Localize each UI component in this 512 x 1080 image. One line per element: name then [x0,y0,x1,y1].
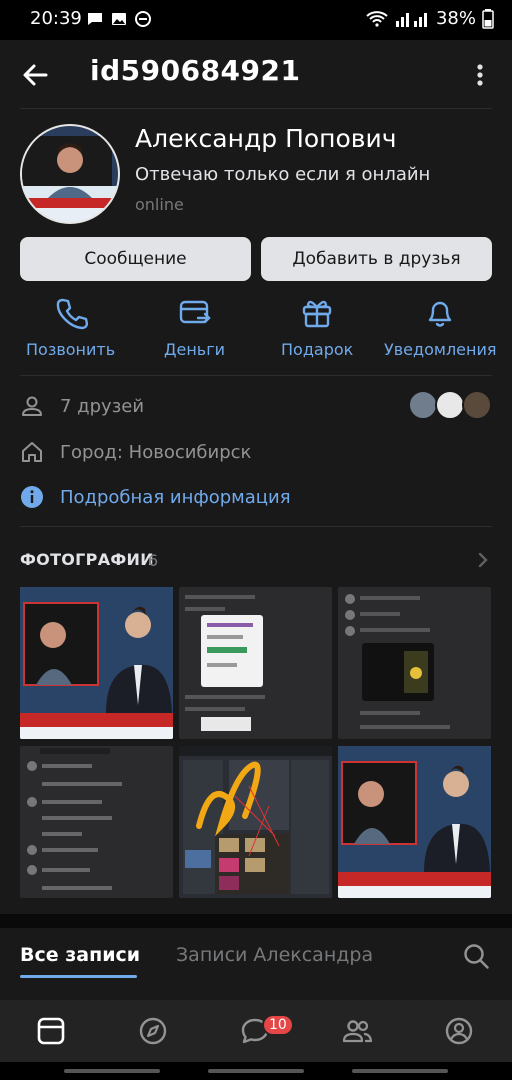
call-label: Позвонить [26,340,116,359]
section-divider [0,914,512,928]
system-nav-handle [352,1069,448,1073]
user-icon [22,396,42,416]
bell-icon [429,301,452,327]
profile-icon[interactable] [444,1016,474,1046]
friend-avatar [462,390,492,420]
gift-icon [302,300,332,328]
divider [20,526,492,527]
photo-thumbnail[interactable] [338,746,491,898]
online-indicator: online [135,195,184,214]
friends-icon[interactable] [342,1016,372,1046]
divider [20,108,492,109]
page-title: id590684921 [90,54,301,87]
call-action[interactable]: Позвонить [26,296,115,366]
home-icon [22,442,42,462]
dnd-icon [135,11,151,27]
status-time: 20:39 [30,8,82,29]
messages-badge: 10 [262,1014,294,1036]
search-icon[interactable] [462,942,490,970]
profile-name: Александр Попович [135,124,397,153]
friends-avatars[interactable] [408,390,492,420]
phone-icon [56,298,88,330]
feed-icon[interactable] [36,1016,66,1046]
friend-avatar [408,390,438,420]
photos-title[interactable]: ФОТОГРАФИИ [20,550,154,569]
tab-own-posts[interactable]: Записи Александра [176,944,373,966]
battery-percent: 38% [435,8,476,29]
tab-all-posts[interactable]: Все записи [20,944,140,966]
friend-avatar [435,390,465,420]
wifi-icon [366,10,388,27]
money-transfer-icon [179,300,211,324]
arrow-left-icon[interactable] [20,60,50,90]
photo-thumbnail[interactable] [179,746,332,898]
battery-icon [482,8,494,29]
divider [20,375,492,376]
avatar[interactable] [20,124,120,224]
system-nav-handle [64,1069,160,1073]
gift-label: Подарок [281,340,354,359]
signal-icon [395,12,427,27]
status-bar: 20:39 38% [0,0,512,40]
tab-indicator [20,975,137,978]
details-row[interactable]: Подробная информация [20,483,291,511]
money-label: Деньги [164,340,226,359]
city-row: Город: Новосибирск [20,438,251,466]
app-bar: id590684921 [0,40,512,108]
photo-thumbnail[interactable] [20,587,173,739]
chevron-right-icon[interactable] [476,550,490,570]
money-action[interactable]: Деньги [164,296,225,366]
message-button[interactable]: Сообщение [20,237,251,281]
photo-thumbnail[interactable] [20,746,173,898]
city-text: Город: Новосибирск [60,441,252,463]
friends-count: 7 друзей [60,395,145,417]
info-icon [21,486,43,508]
image-icon [112,13,126,25]
system-nav-handle [208,1069,304,1073]
chat-icon [88,13,102,25]
more-vertical-icon[interactable] [470,60,490,90]
discover-icon[interactable] [138,1016,168,1046]
gift-action[interactable]: Подарок [281,296,353,366]
photos-count: 6 [148,551,159,570]
details-link: Подробная информация [60,486,291,508]
bottom-navigation: 10 [0,1000,512,1062]
system-navigation-bar [0,1062,512,1080]
add-friend-button[interactable]: Добавить в друзья [261,237,492,281]
notifications-action[interactable]: Уведомления [384,296,497,366]
friends-row[interactable]: 7 друзей [20,392,144,420]
profile-status: Отвечаю только если я онлайн [135,164,431,185]
notifications-label: Уведомления [384,340,497,359]
photo-thumbnail[interactable] [179,587,332,739]
photo-thumbnail[interactable] [338,587,491,739]
profile-screen: id590684921 Александр Попович Отвечаю то… [0,40,512,1000]
